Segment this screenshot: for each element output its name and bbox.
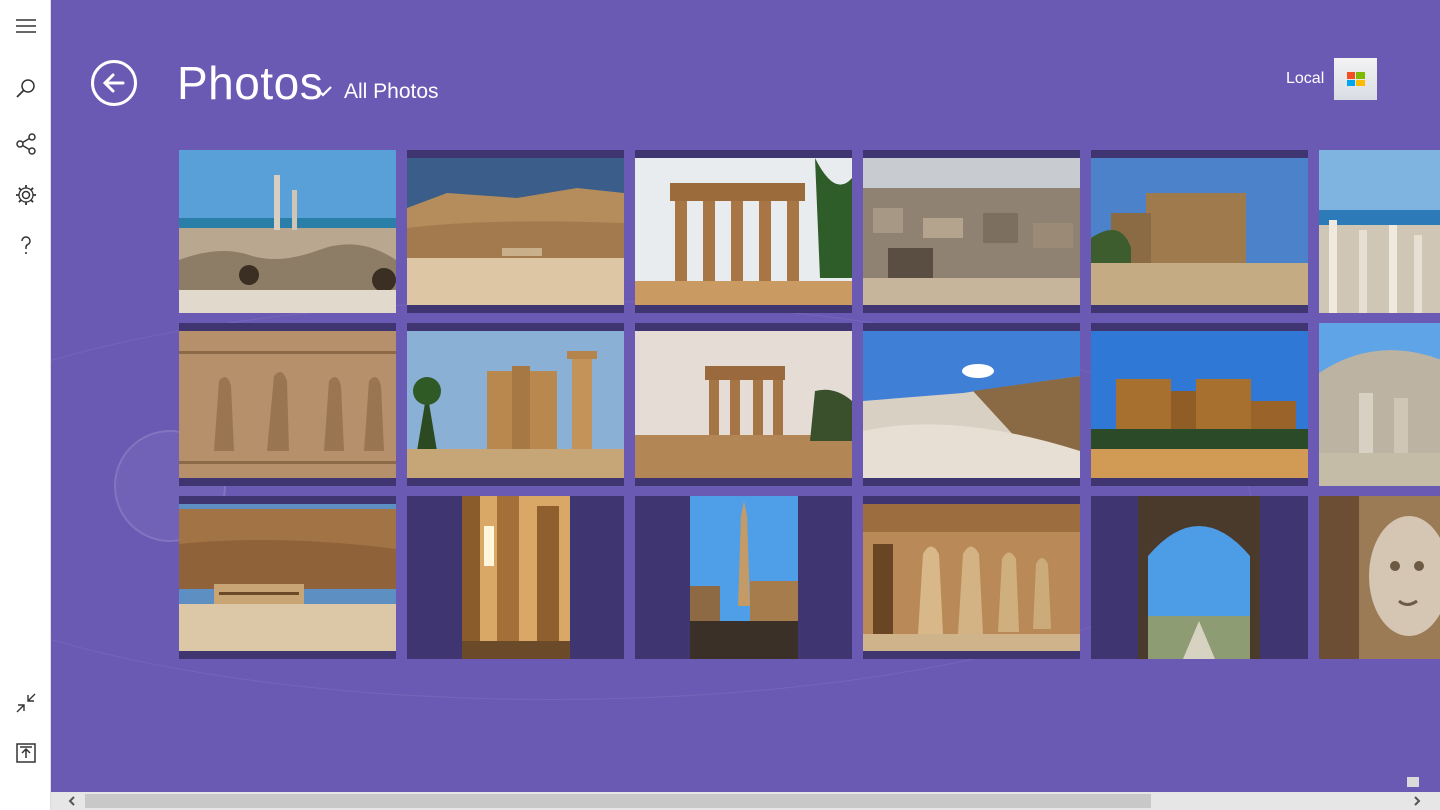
settings-icon[interactable] <box>0 175 51 215</box>
photo-tile[interactable] <box>407 496 624 659</box>
photo-tile[interactable] <box>407 323 624 486</box>
scroll-left-button[interactable] <box>55 792 89 810</box>
photo-tile[interactable] <box>863 323 1080 486</box>
chevron-right-icon <box>1414 796 1421 806</box>
share-icon[interactable] <box>0 124 51 164</box>
scrollbar-thumb[interactable] <box>85 794 1151 808</box>
photo-tile[interactable] <box>1091 323 1308 486</box>
photo-tile[interactable] <box>179 150 396 313</box>
menu-icon[interactable] <box>0 6 51 46</box>
photo-tile[interactable] <box>635 150 852 313</box>
search-icon[interactable] <box>0 68 51 108</box>
photo-tile[interactable] <box>863 150 1080 313</box>
photo-thumbnail <box>1138 496 1260 659</box>
photo-thumbnail <box>407 158 624 305</box>
back-button[interactable] <box>91 60 137 106</box>
view-selector[interactable]: All Photos <box>344 80 439 104</box>
photo-tile[interactable] <box>1319 323 1440 486</box>
photo-thumbnail <box>179 504 396 651</box>
photo-thumbnail <box>635 331 852 478</box>
avatar[interactable] <box>1334 58 1377 100</box>
account-label: Local <box>1286 70 1325 87</box>
chevron-down-icon[interactable] <box>313 84 333 98</box>
photo-thumbnail <box>863 331 1080 478</box>
photo-thumbnail <box>462 496 570 659</box>
scroll-right-button[interactable] <box>1400 792 1434 810</box>
photo-tile[interactable] <box>1319 150 1440 313</box>
photo-tile[interactable] <box>407 150 624 313</box>
photo-thumbnail <box>179 331 396 478</box>
collapse-icon[interactable] <box>0 683 51 723</box>
photo-thumbnail <box>690 496 798 659</box>
photo-thumbnail <box>407 331 624 478</box>
photo-thumbnail <box>1319 150 1440 313</box>
photo-tile[interactable] <box>1091 150 1308 313</box>
photo-tile[interactable] <box>179 323 396 486</box>
back-arrow-icon <box>102 73 125 93</box>
page-title: Photos <box>177 57 324 109</box>
photo-thumbnail <box>1319 496 1440 659</box>
photo-thumbnail <box>179 150 396 313</box>
photo-tile[interactable] <box>635 323 852 486</box>
chevron-left-icon <box>68 796 75 806</box>
photo-thumbnail <box>863 158 1080 305</box>
photo-tile[interactable] <box>635 496 852 659</box>
app-sidebar <box>0 0 51 810</box>
photo-tile[interactable] <box>1091 496 1308 659</box>
windows-logo-icon <box>1346 72 1365 86</box>
photo-tile[interactable] <box>863 496 1080 659</box>
photos-view: Photos All Photos Local <box>51 0 1440 792</box>
photo-thumbnail <box>1319 323 1440 486</box>
photo-thumbnail <box>1091 158 1308 305</box>
photo-tile[interactable] <box>179 496 396 659</box>
photo-thumbnail <box>635 158 852 305</box>
help-icon[interactable] <box>0 225 51 265</box>
zoom-out-button[interactable] <box>1407 777 1419 787</box>
photo-tile[interactable] <box>1319 496 1440 659</box>
upload-icon[interactable] <box>0 733 51 773</box>
photo-thumbnail <box>1091 331 1308 478</box>
photo-thumbnail <box>863 504 1080 651</box>
